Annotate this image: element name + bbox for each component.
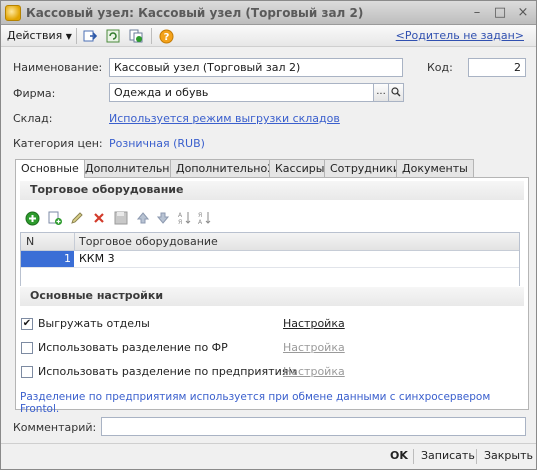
tab-cashiers[interactable]: Кассиры: [269, 159, 331, 177]
copy-icon[interactable]: [127, 27, 145, 45]
app-icon: [5, 5, 21, 21]
comment-label: Комментарий:: [13, 421, 97, 434]
split-by-fr-label: Использовать разделение по ФР: [38, 341, 228, 354]
add-row-icon[interactable]: [24, 210, 40, 226]
column-separator: [74, 233, 75, 251]
column-header-equipment[interactable]: Торговое оборудование: [79, 235, 218, 248]
actions-menu[interactable]: Действия ▼: [7, 29, 72, 42]
footer-separator: [476, 449, 477, 464]
table-header: N Торговое оборудование: [21, 233, 519, 251]
split-by-fr-settings-link[interactable]: Настройка: [283, 341, 345, 354]
svg-text:A: A: [198, 219, 203, 225]
export-departments-settings-link[interactable]: Настройка: [283, 317, 345, 330]
price-category-value[interactable]: Розничная (RUB): [109, 137, 205, 150]
name-input[interactable]: Кассовый узел (Торговый зал 2): [109, 58, 403, 77]
save-row-icon[interactable]: [113, 210, 129, 226]
delete-row-icon[interactable]: [91, 210, 107, 226]
warehouse-link[interactable]: Используется режим выгрузки складов: [109, 112, 340, 125]
tab-panel-main: Торговое оборудование AЯ ЯA N Торговое о…: [15, 177, 529, 415]
search-icon: [391, 87, 401, 97]
edit-row-icon[interactable]: [69, 210, 85, 226]
maximize-button[interactable]: □: [491, 4, 509, 22]
firm-label: Фирма:: [13, 87, 56, 100]
split-by-enterprise-label: Использовать разделение по предприятиям: [38, 365, 297, 378]
move-up-icon[interactable]: [135, 210, 151, 226]
post-icon[interactable]: [81, 27, 99, 45]
equipment-section-title: Торговое оборудование: [30, 183, 184, 196]
code-input[interactable]: 2: [468, 58, 526, 77]
tab-documents[interactable]: Документы: [396, 159, 474, 177]
code-label: Код:: [427, 61, 453, 74]
title-bar[interactable]: Кассовый узел: Кассовый узел (Торговый з…: [1, 1, 536, 25]
tab-additional[interactable]: Дополнительно: [79, 159, 183, 177]
svg-text:Я: Я: [198, 212, 202, 219]
sort-descending-icon[interactable]: ЯA: [197, 210, 213, 226]
copy-row-icon[interactable]: [47, 210, 63, 226]
split-by-fr-checkbox[interactable]: [21, 342, 33, 354]
column-header-n[interactable]: N: [26, 235, 34, 248]
tab-employees[interactable]: Сотрудники: [324, 159, 407, 177]
toolbar-separator: [76, 28, 77, 44]
close-window-button[interactable]: ×: [514, 4, 532, 22]
footer-bar: OK Записать Закрыть: [1, 443, 536, 469]
tab-additional2[interactable]: Дополнительно2: [170, 159, 281, 177]
svg-text:?: ?: [163, 32, 169, 43]
svg-text:Я: Я: [178, 219, 182, 225]
settings-section-title: Основные настройки: [30, 289, 164, 302]
minimize-button[interactable]: –: [468, 4, 486, 22]
export-departments-checkbox[interactable]: ✔: [21, 318, 33, 330]
form-window: Кассовый узел: Кассовый узел (Торговый з…: [0, 0, 537, 470]
equipment-name-cell[interactable]: ККМ 3: [75, 252, 115, 265]
split-by-enterprise-checkbox[interactable]: [21, 366, 33, 378]
firm-select-button[interactable]: ...: [373, 83, 389, 102]
save-button[interactable]: Записать: [421, 449, 475, 462]
export-departments-label: Выгружать отделы: [38, 317, 150, 330]
refresh-icon[interactable]: [104, 27, 122, 45]
warehouse-label: Склад:: [13, 112, 53, 125]
parent-link[interactable]: <Родитель не задан>: [396, 29, 524, 42]
tab-main[interactable]: Основные: [15, 159, 85, 178]
help-icon[interactable]: ?: [157, 27, 175, 45]
svg-text:A: A: [178, 212, 183, 219]
firm-open-button[interactable]: [388, 83, 404, 102]
window-title: Кассовый узел: Кассовый узел (Торговый з…: [26, 6, 364, 20]
name-label: Наименование:: [13, 61, 103, 74]
row-number-cell[interactable]: 1: [21, 251, 74, 267]
sort-ascending-icon[interactable]: AЯ: [177, 210, 193, 226]
ok-button[interactable]: OK: [390, 449, 408, 462]
comment-input[interactable]: [101, 417, 526, 436]
footer-separator: [413, 449, 414, 464]
close-button[interactable]: Закрыть: [484, 449, 533, 462]
toolbar: Действия ▼ ? <Родитель не задан>: [1, 25, 536, 47]
table-row[interactable]: 1 ККМ 3: [21, 251, 519, 268]
menu-dropdown-icon: ▼: [65, 32, 72, 41]
actions-label: Действия: [7, 29, 63, 42]
toolbar-separator: [151, 28, 152, 44]
split-hint-text: Разделение по предприятиям используется …: [20, 391, 491, 415]
split-by-enterprise-settings-link[interactable]: Настройка: [283, 365, 345, 378]
price-category-label: Категория цен:: [13, 137, 103, 150]
move-down-icon[interactable]: [155, 210, 171, 226]
firm-input[interactable]: Одежда и обувь: [109, 83, 374, 102]
